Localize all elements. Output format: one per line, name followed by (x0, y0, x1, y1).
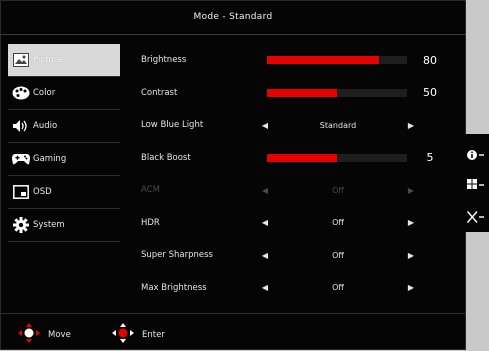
gamepad-icon (11, 149, 31, 169)
super-sharpness-value: Off (332, 250, 344, 260)
low-blue-light-value: Standard (319, 120, 357, 130)
arrow-left-icon: ◀ (261, 185, 269, 195)
info-icon (466, 150, 484, 160)
black-boost-value: 5 (426, 151, 434, 165)
sidebar-item-label: System (33, 220, 65, 230)
enter-label: Enter (142, 329, 165, 340)
arrow-right-icon[interactable]: ▶ (407, 283, 415, 292)
sidebar-item-label: Gaming (33, 154, 67, 164)
arrow-right-icon[interactable]: ▶ (407, 218, 415, 227)
arrow-left-icon[interactable]: ◀ (261, 121, 269, 130)
sidebar-item-label: Picture (33, 55, 63, 65)
arrow-right-icon: ▶ (407, 185, 415, 195)
setting-label: Brightness (141, 55, 187, 66)
brightness-value: 80 (423, 53, 437, 67)
sidebar-item-picture[interactable]: Picture (8, 44, 120, 77)
sidebar: Picture Color Audio Gaming OSD System (8, 44, 120, 242)
hdr-value: Off (332, 218, 344, 228)
sidebar-item-label: Audio (33, 121, 58, 131)
max-brightness-value: Off (332, 283, 344, 293)
arrow-left-icon[interactable]: ◀ (261, 218, 269, 227)
arrow-right-icon[interactable]: ▶ (407, 251, 415, 260)
move-hint: Move (18, 323, 71, 346)
close-button[interactable] (462, 202, 489, 232)
osd-menu: Mode - Standard Picture Color Audio Gami… (0, 0, 466, 350)
black-boost-slider[interactable] (267, 153, 407, 162)
setting-contrast[interactable]: Contrast 50 (130, 77, 450, 110)
sidebar-item-label: Color (33, 88, 56, 98)
osd-header: Mode - Standard (0, 0, 466, 35)
enter-hint: Enter (112, 323, 165, 346)
contrast-value: 50 (423, 86, 437, 100)
move-label: Move (48, 329, 71, 340)
sidebar-item-color[interactable]: Color (8, 77, 120, 110)
arrow-left-icon[interactable]: ◀ (261, 251, 269, 260)
arrow-left-icon[interactable]: ◀ (261, 283, 269, 292)
sidebar-item-osd[interactable]: OSD (8, 176, 120, 209)
osd-icon (11, 182, 31, 202)
close-icon (466, 211, 484, 223)
setting-black-boost[interactable]: Black Boost 5 (130, 142, 450, 175)
brightness-slider[interactable] (267, 56, 407, 65)
dpad-enter-icon (112, 323, 134, 346)
setting-low-blue-light[interactable]: Low Blue Light ◀ Standard ▶ (130, 109, 450, 142)
setting-label: Max Brightness (141, 282, 207, 293)
osd-footer: Move Enter (0, 313, 466, 351)
dpad-move-icon (18, 323, 40, 346)
sidebar-item-system[interactable]: System (8, 209, 120, 242)
mode-button[interactable] (462, 170, 489, 200)
contrast-slider-fill (267, 88, 337, 97)
setting-label: Black Boost (141, 152, 191, 163)
setting-label: HDR (141, 217, 160, 228)
arrow-right-icon[interactable]: ▶ (407, 121, 415, 130)
sidebar-item-audio[interactable]: Audio (8, 110, 120, 143)
setting-hdr[interactable]: HDR ◀ Off ▶ (130, 207, 450, 240)
setting-label: Low Blue Light (141, 120, 204, 131)
gear-icon (11, 215, 31, 235)
settings-list: Brightness 80 Contrast 50 Low Blue Light… (130, 44, 450, 304)
setting-super-sharpness[interactable]: Super Sharpness ◀ Off ▶ (130, 239, 450, 272)
black-boost-slider-fill (267, 153, 337, 162)
palette-icon (11, 83, 31, 103)
speaker-icon (11, 116, 31, 136)
mode-grid-icon (466, 179, 484, 189)
brightness-slider-fill (267, 56, 379, 65)
acm-value: Off (332, 185, 344, 195)
mode-title: Mode - Standard (193, 12, 273, 22)
sidebar-item-gaming[interactable]: Gaming (8, 143, 120, 176)
info-button[interactable] (462, 140, 489, 170)
hotkey-panel (462, 134, 489, 232)
setting-max-brightness[interactable]: Max Brightness ◀ Off ▶ (130, 272, 450, 305)
contrast-slider[interactable] (267, 88, 407, 97)
setting-label: Contrast (141, 87, 178, 98)
sidebar-item-label: OSD (33, 187, 52, 197)
setting-acm: ACM ◀ Off ▶ (130, 174, 450, 207)
setting-brightness[interactable]: Brightness 80 (130, 44, 450, 77)
setting-label: ACM (141, 185, 160, 196)
setting-label: Super Sharpness (141, 250, 213, 261)
picture-icon (11, 50, 31, 70)
